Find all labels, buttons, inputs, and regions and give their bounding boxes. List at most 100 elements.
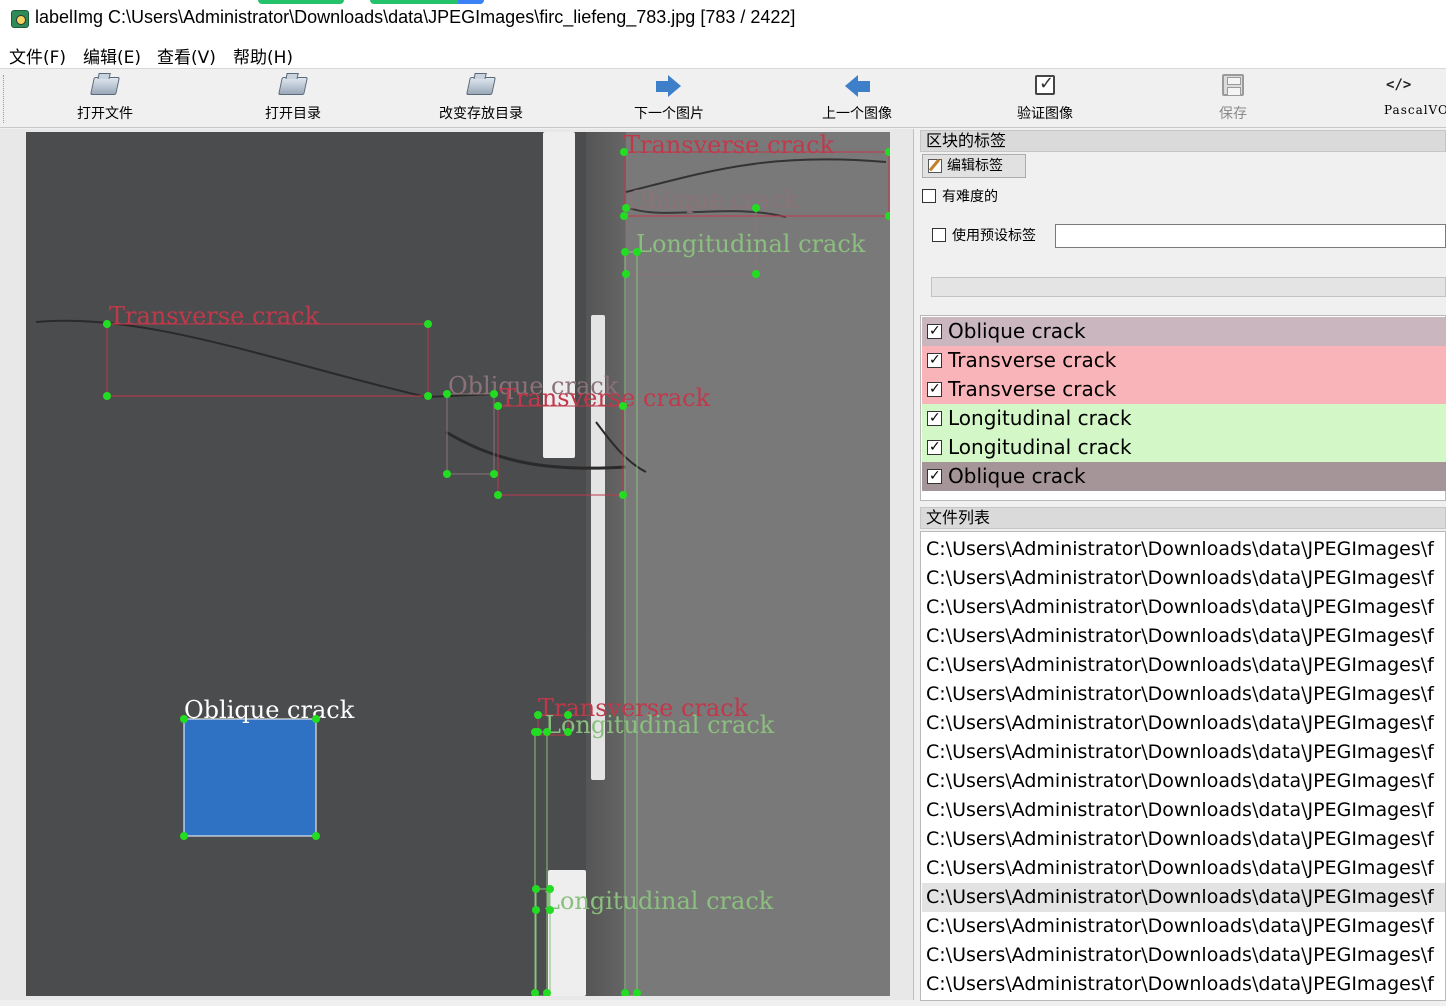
next-image-label: 下一个图片 — [634, 106, 704, 122]
menu-help[interactable]: 帮助(H) — [233, 43, 293, 68]
annotation-label: Transverse crack — [624, 132, 835, 159]
image-canvas[interactable]: Transverse crack Oblique crack Longitudi… — [26, 132, 890, 996]
open-dir-label: 打开目录 — [265, 106, 321, 122]
vertex-handles[interactable] — [103, 148, 890, 996]
bbox-longitudinal-crack[interactable] — [624, 251, 638, 996]
file-list-item[interactable]: C:\Users\Administrator\Downloads\data\JP… — [922, 883, 1445, 912]
label-list-item[interactable]: Longitudinal crack — [922, 404, 1446, 433]
arrow-right-icon — [654, 71, 684, 101]
label-text: Transverse crack — [948, 377, 1117, 401]
file-list-item[interactable]: C:\Users\Administrator\Downloads\data\JP… — [922, 535, 1445, 564]
box-labels-title: 区块的标签 — [920, 130, 1446, 152]
file-list-item[interactable]: C:\Users\Administrator\Downloads\data\JP… — [922, 738, 1445, 767]
file-list-item[interactable]: C:\Users\Administrator\Downloads\data\JP… — [922, 680, 1445, 709]
code-icon: </> — [1386, 77, 1412, 93]
edit-label-text: 编辑标签 — [947, 158, 1003, 174]
file-list-item[interactable]: C:\Users\Administrator\Downloads\data\JP… — [922, 854, 1445, 883]
annotation-label: Longitudinal crack — [544, 887, 774, 915]
bbox-oblique-crack[interactable] — [446, 393, 495, 475]
edit-label-button[interactable]: 编辑标签 — [922, 154, 1026, 178]
label-list-item[interactable]: Longitudinal crack — [922, 433, 1446, 462]
menu-view[interactable]: 查看(V) — [157, 43, 216, 68]
label-list-item[interactable]: Transverse crack — [922, 346, 1446, 375]
checkbox-icon — [1030, 71, 1060, 101]
label-list[interactable]: Oblique crack Transverse crack Transverse … — [920, 315, 1446, 501]
open-file-button[interactable]: 打开文件 — [50, 71, 160, 127]
checkbox-icon[interactable] — [927, 375, 942, 404]
format-label: PascalVO — [1384, 103, 1446, 117]
annotation-label: Transverse crack — [109, 302, 320, 330]
bbox-oblique-crack-selected[interactable] — [183, 718, 317, 837]
title-bar: labelImg C:\Users\Administrator\Download… — [0, 0, 1446, 38]
bbox-longitudinal-crack[interactable] — [534, 731, 548, 996]
file-list-item[interactable]: C:\Users\Administrator\Downloads\data\JP… — [922, 622, 1445, 651]
menu-edit[interactable]: 编辑(E) — [83, 43, 141, 68]
taskbar-highlight — [258, 0, 344, 4]
default-label-input[interactable] — [1055, 224, 1446, 248]
file-list-item[interactable]: C:\Users\Administrator\Downloads\data\JP… — [922, 651, 1445, 680]
arrow-left-icon — [842, 71, 872, 101]
file-list-item[interactable]: C:\Users\Administrator\Downloads\data\JP… — [922, 709, 1445, 738]
checkbox-icon[interactable] — [932, 228, 946, 242]
folder-open-icon — [466, 71, 496, 101]
verify-image-button[interactable]: 验证图像 — [990, 71, 1100, 127]
file-list-item[interactable]: C:\Users\Administrator\Downloads\data\JP… — [922, 767, 1445, 796]
open-file-label: 打开文件 — [77, 106, 133, 122]
file-list-item[interactable]: C:\Users\Administrator\Downloads\data\JP… — [922, 796, 1445, 825]
taskbar-highlight — [370, 0, 484, 4]
toolbar-grip[interactable] — [3, 75, 6, 123]
open-dir-button[interactable]: 打开目录 — [238, 71, 348, 127]
annotation-layer[interactable]: Transverse crack Oblique crack Longitudi… — [26, 132, 890, 996]
annotation-label: Longitudinal crack — [545, 711, 775, 739]
change-save-dir-button[interactable]: 改变存放目录 — [426, 71, 536, 127]
annotation-label: Oblique crack — [184, 696, 355, 724]
bbox-transverse-crack[interactable] — [106, 323, 429, 397]
difficult-checkbox[interactable]: 有难度的 — [922, 189, 998, 205]
save-label: 保存 — [1219, 106, 1247, 122]
prev-image-button[interactable]: 上一个图像 — [802, 71, 912, 127]
menu-bar: 文件(F) 编辑(E) 查看(V) 帮助(H) — [0, 38, 1446, 68]
file-list-item[interactable]: C:\Users\Administrator\Downloads\data\JP… — [922, 941, 1445, 970]
label-list-item[interactable]: Oblique crack — [922, 317, 1446, 346]
file-list-item[interactable]: C:\Users\Administrator\Downloads\data\JP… — [922, 912, 1445, 941]
canvas-area[interactable]: Transverse crack Oblique crack Longitudi… — [0, 129, 914, 1006]
file-list-title: 文件列表 — [920, 507, 1446, 529]
next-image-button[interactable]: 下一个图片 — [614, 71, 724, 127]
annotation-label: Oblique crack — [628, 186, 799, 214]
label-text: Transverse crack — [948, 348, 1117, 372]
use-default-label-checkbox[interactable]: 使用预设标签 — [932, 228, 1036, 244]
checkbox-icon[interactable] — [927, 317, 942, 346]
checkbox-icon[interactable] — [927, 462, 942, 491]
canvas-horizontal-scrollbar[interactable] — [0, 1000, 914, 1006]
app-icon — [11, 10, 29, 28]
file-list-item[interactable]: C:\Users\Administrator\Downloads\data\JP… — [922, 564, 1445, 593]
save-button[interactable]: 保存 — [1178, 71, 1288, 127]
menu-file[interactable]: 文件(F) — [9, 43, 66, 68]
edit-icon — [928, 159, 942, 173]
annotation-label: Longitudinal crack — [636, 230, 866, 258]
checkbox-icon[interactable] — [927, 433, 942, 462]
right-dock: 区块的标签 编辑标签 有难度的 使用预设标签 Oblique crack Tran… — [917, 129, 1446, 1006]
window-title: labelImg C:\Users\Administrator\Download… — [35, 7, 796, 27]
folder-open-icon — [90, 71, 120, 101]
format-toggle-button[interactable]: </> PascalVO — [1366, 71, 1446, 127]
change-save-dir-label: 改变存放目录 — [439, 106, 523, 122]
checkbox-icon[interactable] — [927, 346, 942, 375]
file-list-item[interactable]: C:\Users\Administrator\Downloads\data\JP… — [922, 825, 1445, 854]
use-default-label-text: 使用预设标签 — [952, 228, 1036, 244]
label-text: Oblique crack — [948, 464, 1086, 488]
label-text: Longitudinal crack — [948, 406, 1132, 430]
label-text: Oblique crack — [948, 319, 1086, 343]
file-list-item[interactable]: C:\Users\Administrator\Downloads\data\JP… — [922, 970, 1445, 999]
file-list-item[interactable]: C:\Users\Administrator\Downloads\data\JP… — [922, 593, 1445, 622]
label-list-item[interactable]: Transverse crack — [922, 375, 1446, 404]
toolbar: 打开文件 打开目录 改变存放目录 下一个图片 上一个图像 验证图像 保存 </> — [0, 68, 1446, 128]
file-list[interactable]: C:\Users\Administrator\Downloads\data\JP… — [920, 531, 1446, 1001]
checkbox-icon[interactable] — [927, 404, 942, 433]
checkbox-icon[interactable] — [922, 189, 936, 203]
annotation-label: Transverse crack — [500, 384, 711, 412]
bbox-transverse-crack[interactable] — [497, 405, 624, 496]
label-combo-box[interactable] — [931, 277, 1446, 297]
prev-image-label: 上一个图像 — [822, 106, 892, 122]
label-list-item[interactable]: Oblique crack — [922, 462, 1446, 491]
